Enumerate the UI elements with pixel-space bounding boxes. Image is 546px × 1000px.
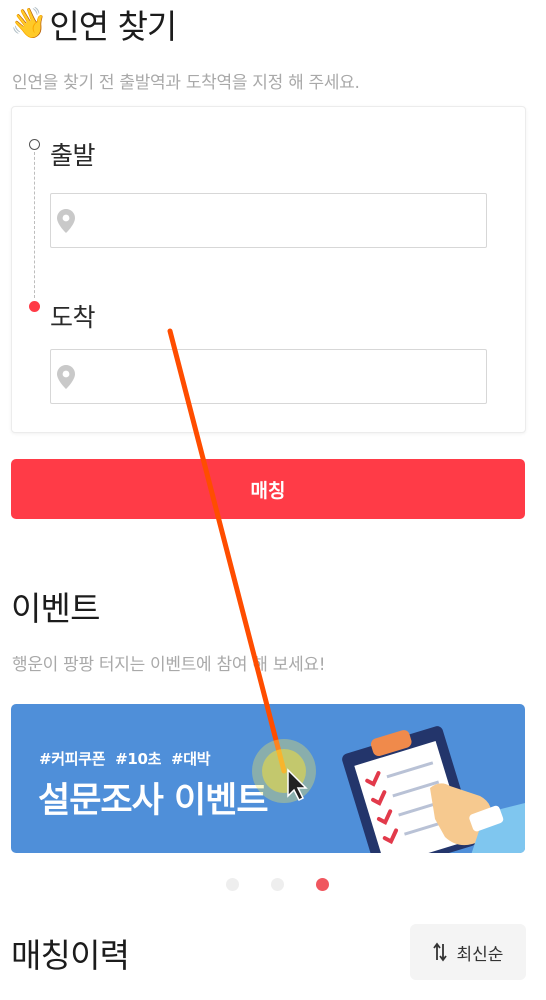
event-subtitle: 행운이 팡팡 터지는 이벤트에 참여 해 보세요! [12,655,326,675]
departure-field[interactable] [50,193,487,248]
find-subtitle: 인연을 찾기 전 출발역과 도착역을 지정 해 주세요. [12,73,360,93]
sort-label: 최신순 [456,944,504,965]
history-title: 매칭이력 [11,936,130,975]
arrival-input[interactable] [81,349,486,404]
event-title: 이벤트 [11,589,100,628]
find-header: 👋 인연 찾기 [10,2,177,46]
arrival-field[interactable] [50,349,487,404]
waving-hand-icon: 👋 [10,6,48,41]
banner-tags: #커피쿠폰 #10초 #대박 [39,750,211,768]
match-button[interactable]: 매칭 [11,459,525,519]
pager-dot[interactable] [271,878,284,891]
departure-input[interactable] [81,193,486,248]
route-connector [34,152,35,298]
sort-arrows-icon [432,942,447,962]
pager-dot-active[interactable] [316,878,329,891]
location-pin-icon [57,364,75,389]
sort-button[interactable]: 최신순 [410,924,526,980]
pager-dot[interactable] [226,878,239,891]
arrival-label: 도착 [50,303,96,332]
clipboard-illustration-icon [342,726,525,853]
banner-title: 설문조사 이벤트 [38,781,269,821]
banner-pager [226,878,329,891]
page-title: 인연 찾기 [49,7,177,46]
location-pin-icon [57,208,75,233]
departure-label: 출발 [50,141,96,170]
arrival-marker-icon [29,301,40,312]
event-banner[interactable]: #커피쿠폰 #10초 #대박 설문조사 이벤트 [11,704,525,853]
departure-marker-icon [29,139,40,150]
